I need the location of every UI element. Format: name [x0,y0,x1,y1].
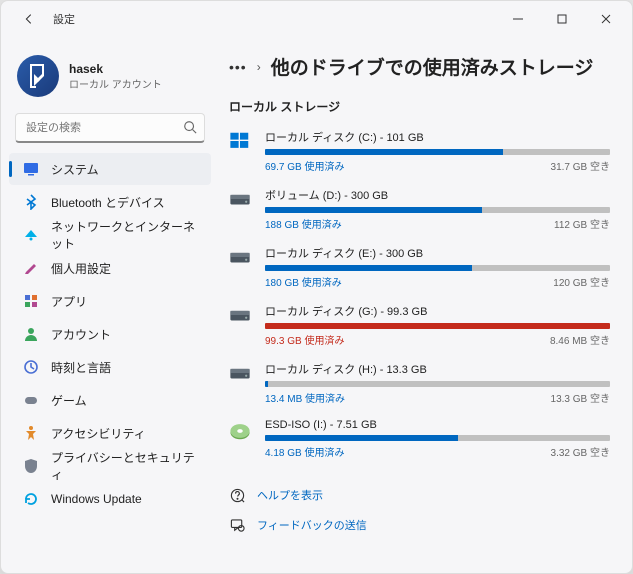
minimize-button[interactable] [496,3,540,35]
storage-bar [265,149,610,155]
close-button[interactable] [584,3,628,35]
nav-item-personalization[interactable]: 個人用設定 [9,252,211,284]
drive-row[interactable]: ESD-ISO (I:) - 7.51 GB 4.18 GB 使用済み 3.32… [229,419,610,459]
main-content: ••• › 他のドライブでの使用済みストレージ ローカル ストレージ ローカル … [219,37,632,573]
feedback-label: フィードバックの送信 [257,517,367,533]
chevron-right-icon: › [257,60,261,74]
avatar [17,55,59,97]
nav-label: ゲーム [51,392,87,409]
used-label: 180 GB 使用済み [265,274,342,289]
drive-row[interactable]: ローカル ディスク (G:) - 99.3 GB 99.3 GB 使用済み 8.… [229,303,610,347]
nav-item-apps[interactable]: アプリ [9,285,211,317]
drive-list: ローカル ディスク (C:) - 101 GB 69.7 GB 使用済み 31.… [229,129,610,459]
used-label: 188 GB 使用済み [265,216,342,231]
storage-bar [265,207,610,213]
storage-bar [265,323,610,329]
window-title: 設定 [53,11,75,27]
drive-icon [229,246,251,268]
storage-bar [265,265,610,271]
storage-bar [265,435,610,441]
nav-label: プライバシーとセキュリティ [51,449,201,483]
system-icon [23,161,39,177]
nav-label: アカウント [51,326,111,343]
help-link[interactable]: ヘルプを表示 [229,487,610,503]
nav-label: アクセシビリティ [51,425,146,442]
search-box [15,113,205,143]
nav-item-bluetooth[interactable]: Bluetooth とデバイス [9,186,211,218]
help-icon [229,487,245,503]
free-label: 13.3 GB 空き [551,390,610,405]
bluetooth-icon [23,194,39,210]
drive-row[interactable]: ローカル ディスク (C:) - 101 GB 69.7 GB 使用済み 31.… [229,129,610,173]
used-label: 99.3 GB 使用済み [265,332,344,347]
nav-label: Bluetooth とデバイス [51,194,165,211]
drive-icon [229,130,251,152]
help-label: ヘルプを表示 [257,487,323,503]
titlebar: 設定 [1,1,632,37]
feedback-link[interactable]: フィードバックの送信 [229,517,610,533]
nav-item-privacy[interactable]: プライバシーとセキュリティ [9,450,211,482]
used-label: 13.4 MB 使用済み [265,390,345,405]
section-title: ローカル ストレージ [229,98,610,115]
nav-item-network[interactable]: ネットワークとインターネット [9,219,211,251]
search-input[interactable] [15,113,205,143]
nav-item-update[interactable]: Windows Update [9,483,211,515]
breadcrumb-more[interactable]: ••• [229,59,247,75]
nav-item-gaming[interactable]: ゲーム [9,384,211,416]
nav-label: 時刻と言語 [51,359,111,376]
network-icon [23,227,39,243]
free-label: 31.7 GB 空き [551,158,610,173]
drive-name: ローカル ディスク (H:) - 13.3 GB [265,361,610,377]
user-sub: ローカル アカウント [69,76,162,91]
feedback-icon [229,517,245,533]
accessibility-icon [23,425,39,441]
nav-label: ネットワークとインターネット [51,218,201,252]
nav-item-system[interactable]: システム [9,153,211,185]
settings-window: 設定 hasek ローカル アカウント [0,0,633,574]
breadcrumb: ••• › 他のドライブでの使用済みストレージ [229,53,610,80]
sidebar: hasek ローカル アカウント システム Bluetooth とデバイスネットワ… [1,37,219,573]
nav-label: アプリ [51,293,87,310]
personalization-icon [23,260,39,276]
free-label: 120 GB 空き [553,274,610,289]
drive-name: ローカル ディスク (G:) - 99.3 GB [265,303,610,319]
account-icon [23,326,39,342]
drive-row[interactable]: ローカル ディスク (E:) - 300 GB 180 GB 使用済み 120 … [229,245,610,289]
nav-label: Windows Update [51,492,142,506]
nav-item-accessibility[interactable]: アクセシビリティ [9,417,211,449]
page-title: 他のドライブでの使用済みストレージ [271,53,594,80]
apps-icon [23,293,39,309]
free-label: 3.32 GB 空き [551,444,610,459]
drive-name: ESD-ISO (I:) - 7.51 GB [265,419,610,431]
gaming-icon [23,392,39,408]
free-label: 8.46 MB 空き [550,332,610,347]
storage-bar [265,381,610,387]
privacy-icon [23,458,39,474]
nav-item-time[interactable]: 時刻と言語 [9,351,211,383]
drive-name: ローカル ディスク (C:) - 101 GB [265,129,610,145]
help-links: ヘルプを表示 フィードバックの送信 [229,487,610,533]
drive-row[interactable]: ボリューム (D:) - 300 GB 188 GB 使用済み 112 GB 空… [229,187,610,231]
drive-icon [229,304,251,326]
nav: システム Bluetooth とデバイスネットワークとインターネット個人用設定アプ… [5,153,215,515]
nav-item-account[interactable]: アカウント [9,318,211,350]
drive-icon [229,188,251,210]
user-card[interactable]: hasek ローカル アカウント [5,45,215,111]
used-label: 4.18 GB 使用済み [265,444,344,459]
maximize-button[interactable] [540,3,584,35]
search-icon [183,120,197,139]
drive-icon [229,420,251,442]
nav-label: 個人用設定 [51,260,111,277]
time-icon [23,359,39,375]
drive-icon [229,362,251,384]
drive-name: ボリューム (D:) - 300 GB [265,187,610,203]
nav-label: システム [51,161,99,178]
back-button[interactable] [17,7,41,31]
drive-row[interactable]: ローカル ディスク (H:) - 13.3 GB 13.4 MB 使用済み 13… [229,361,610,405]
drive-name: ローカル ディスク (E:) - 300 GB [265,245,610,261]
used-label: 69.7 GB 使用済み [265,158,344,173]
update-icon [23,491,39,507]
free-label: 112 GB 空き [554,216,610,231]
user-name: hasek [69,62,162,76]
